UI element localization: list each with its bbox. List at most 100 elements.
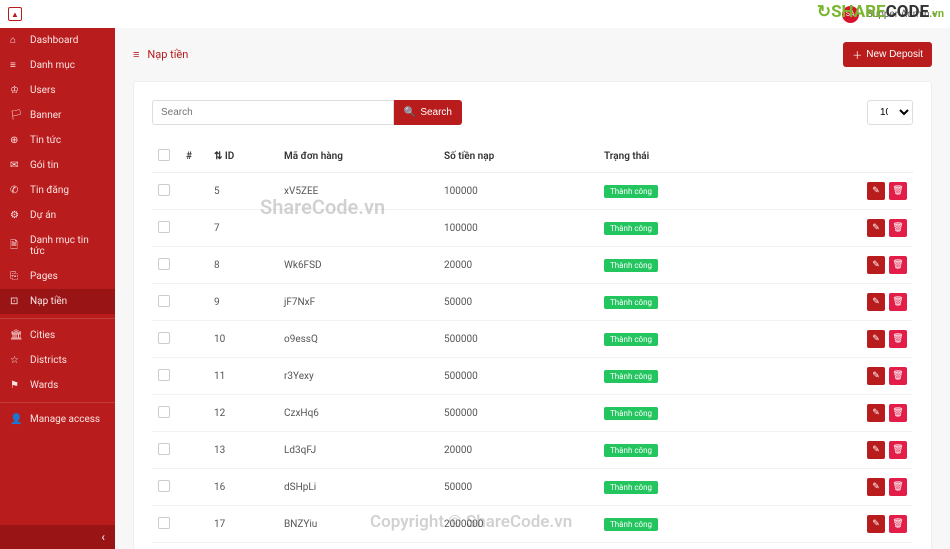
cell-amount: 2000000	[438, 506, 598, 543]
delete-button[interactable]: 🗑	[889, 256, 907, 274]
sidebar-item[interactable]: ♔ Users	[0, 78, 115, 103]
sidebar-item-label: Dự án	[30, 210, 56, 221]
new-deposit-button[interactable]: ＋ New Deposit	[843, 42, 932, 67]
row-checkbox[interactable]	[158, 184, 170, 196]
cell-amount: 50000	[438, 284, 598, 321]
logo[interactable]: ▲	[0, 0, 115, 28]
cell-id: 5	[208, 173, 278, 210]
nav-icon: 👤	[10, 414, 22, 425]
sidebar-item[interactable]: ⊡Nạp tiền	[0, 289, 115, 314]
sidebar-item[interactable]: 🏳Banner	[0, 103, 115, 128]
select-all-checkbox[interactable]	[158, 149, 170, 161]
page-title: ≡ Nạp tiền	[133, 48, 188, 61]
search-input[interactable]	[152, 100, 394, 125]
chevron-down-icon: ▾	[932, 10, 936, 19]
col-sort[interactable]: #	[180, 141, 208, 173]
cell-code: Wk6FSD	[278, 247, 438, 284]
edit-button[interactable]: ✎	[867, 478, 885, 496]
row-checkbox[interactable]	[158, 406, 170, 418]
cell-id: 10	[208, 321, 278, 358]
sidebar-item[interactable]: ⊕ Tin tức	[0, 128, 115, 153]
sidebar-item[interactable]: ⌂Dashboard	[0, 28, 115, 53]
search-button[interactable]: 🔍 Search	[394, 100, 462, 125]
row-checkbox[interactable]	[158, 221, 170, 233]
edit-button[interactable]: ✎	[867, 293, 885, 311]
per-page-select[interactable]: 10	[867, 100, 913, 125]
sidebar-item[interactable]: ✆Tin đăng	[0, 178, 115, 203]
cell-id: 17	[208, 506, 278, 543]
edit-button[interactable]: ✎	[867, 515, 885, 533]
nav-icon: ♔	[10, 85, 22, 96]
sidebar-item[interactable]: ✉Gói tin	[0, 153, 115, 178]
sidebar-item-label: Tin tức	[30, 135, 61, 146]
sidebar-item-label: Users	[30, 85, 56, 96]
sidebar-item[interactable]: ⚑Wards	[0, 373, 115, 398]
nav-icon: 🗎	[10, 238, 22, 255]
nav-icon: ⊕	[10, 135, 22, 146]
col-id[interactable]: ⇅ ID	[208, 141, 278, 173]
edit-button[interactable]: ✎	[867, 219, 885, 237]
col-status[interactable]: Trạng thái	[598, 141, 843, 173]
sidebar-item[interactable]: ⎘Pages	[0, 264, 115, 289]
status-badge: Thành công	[604, 518, 658, 531]
edit-button[interactable]: ✎	[867, 367, 885, 385]
row-checkbox[interactable]	[158, 332, 170, 344]
sidebar-item[interactable]: ☆ Districts	[0, 348, 115, 373]
delete-button[interactable]: 🗑	[889, 441, 907, 459]
delete-button[interactable]: 🗑	[889, 330, 907, 348]
cell-amount: 100000	[438, 210, 598, 247]
delete-button[interactable]: 🗑	[889, 293, 907, 311]
sidebar-item-label: Danh mục tin tức	[30, 235, 105, 257]
cell-code: Ld3qFJ	[278, 432, 438, 469]
table-row: 12CzxHq6500000Thành công✎🗑	[152, 395, 913, 432]
status-badge: Thành công	[604, 481, 658, 494]
row-checkbox[interactable]	[158, 480, 170, 492]
sidebar-item-label: Dashboard	[30, 35, 78, 46]
col-amount[interactable]: Số tiền nạp	[438, 141, 598, 173]
avatar[interactable]: SA	[842, 6, 859, 23]
sidebar-item-label: Districts	[30, 355, 67, 366]
user-menu[interactable]: Supper Admin ▾	[867, 9, 936, 20]
cell-code: CzxHq6	[278, 395, 438, 432]
search-icon: 🔍	[404, 107, 416, 118]
cell-amount: 20000	[438, 247, 598, 284]
delete-button[interactable]: 🗑	[889, 219, 907, 237]
row-checkbox[interactable]	[158, 369, 170, 381]
row-checkbox[interactable]	[158, 443, 170, 455]
nav-icon: ☆	[10, 355, 22, 366]
cell-amount: 500000	[438, 358, 598, 395]
status-badge: Thành công	[604, 296, 658, 309]
col-code[interactable]: Mã đơn hàng	[278, 141, 438, 173]
row-checkbox[interactable]	[158, 295, 170, 307]
delete-button[interactable]: 🗑	[889, 367, 907, 385]
sidebar-item[interactable]: 🏛Cities	[0, 323, 115, 348]
edit-button[interactable]: ✎	[867, 330, 885, 348]
delete-button[interactable]: 🗑	[889, 182, 907, 200]
edit-button[interactable]: ✎	[867, 256, 885, 274]
delete-button[interactable]: 🗑	[889, 515, 907, 533]
sidebar-item-label: Banner	[30, 110, 61, 121]
sidebar-item-label: Danh mục	[30, 60, 75, 71]
edit-button[interactable]: ✎	[867, 441, 885, 459]
sidebar-item-label: Manage access	[30, 414, 100, 425]
cell-code: jF7NxF	[278, 284, 438, 321]
edit-button[interactable]: ✎	[867, 182, 885, 200]
status-badge: Thành công	[604, 370, 658, 383]
nav-icon: ⚙	[10, 210, 22, 221]
cell-code: o9essQ	[278, 321, 438, 358]
nav-icon: ≡	[10, 60, 22, 71]
sidebar-item[interactable]: ⚙ Dự án	[0, 203, 115, 228]
row-checkbox[interactable]	[158, 258, 170, 270]
table-row: 9jF7NxF50000 Thành công ✎🗑	[152, 284, 913, 321]
deposits-table: # ⇅ ID Mã đơn hàng Số tiền nạp Trạng thá…	[152, 141, 913, 543]
sidebar-item[interactable]: ≡ Danh mục	[0, 53, 115, 78]
cell-id: 9	[208, 284, 278, 321]
sidebar-item[interactable]: 🗎 Danh mục tin tức	[0, 228, 115, 264]
sidebar-collapse[interactable]: ‹	[0, 525, 115, 549]
status-badge: Thành công	[604, 444, 658, 457]
edit-button[interactable]: ✎	[867, 404, 885, 422]
sidebar-item[interactable]: 👤 Manage access	[0, 407, 115, 432]
row-checkbox[interactable]	[158, 517, 170, 529]
delete-button[interactable]: 🗑	[889, 404, 907, 422]
delete-button[interactable]: 🗑	[889, 478, 907, 496]
